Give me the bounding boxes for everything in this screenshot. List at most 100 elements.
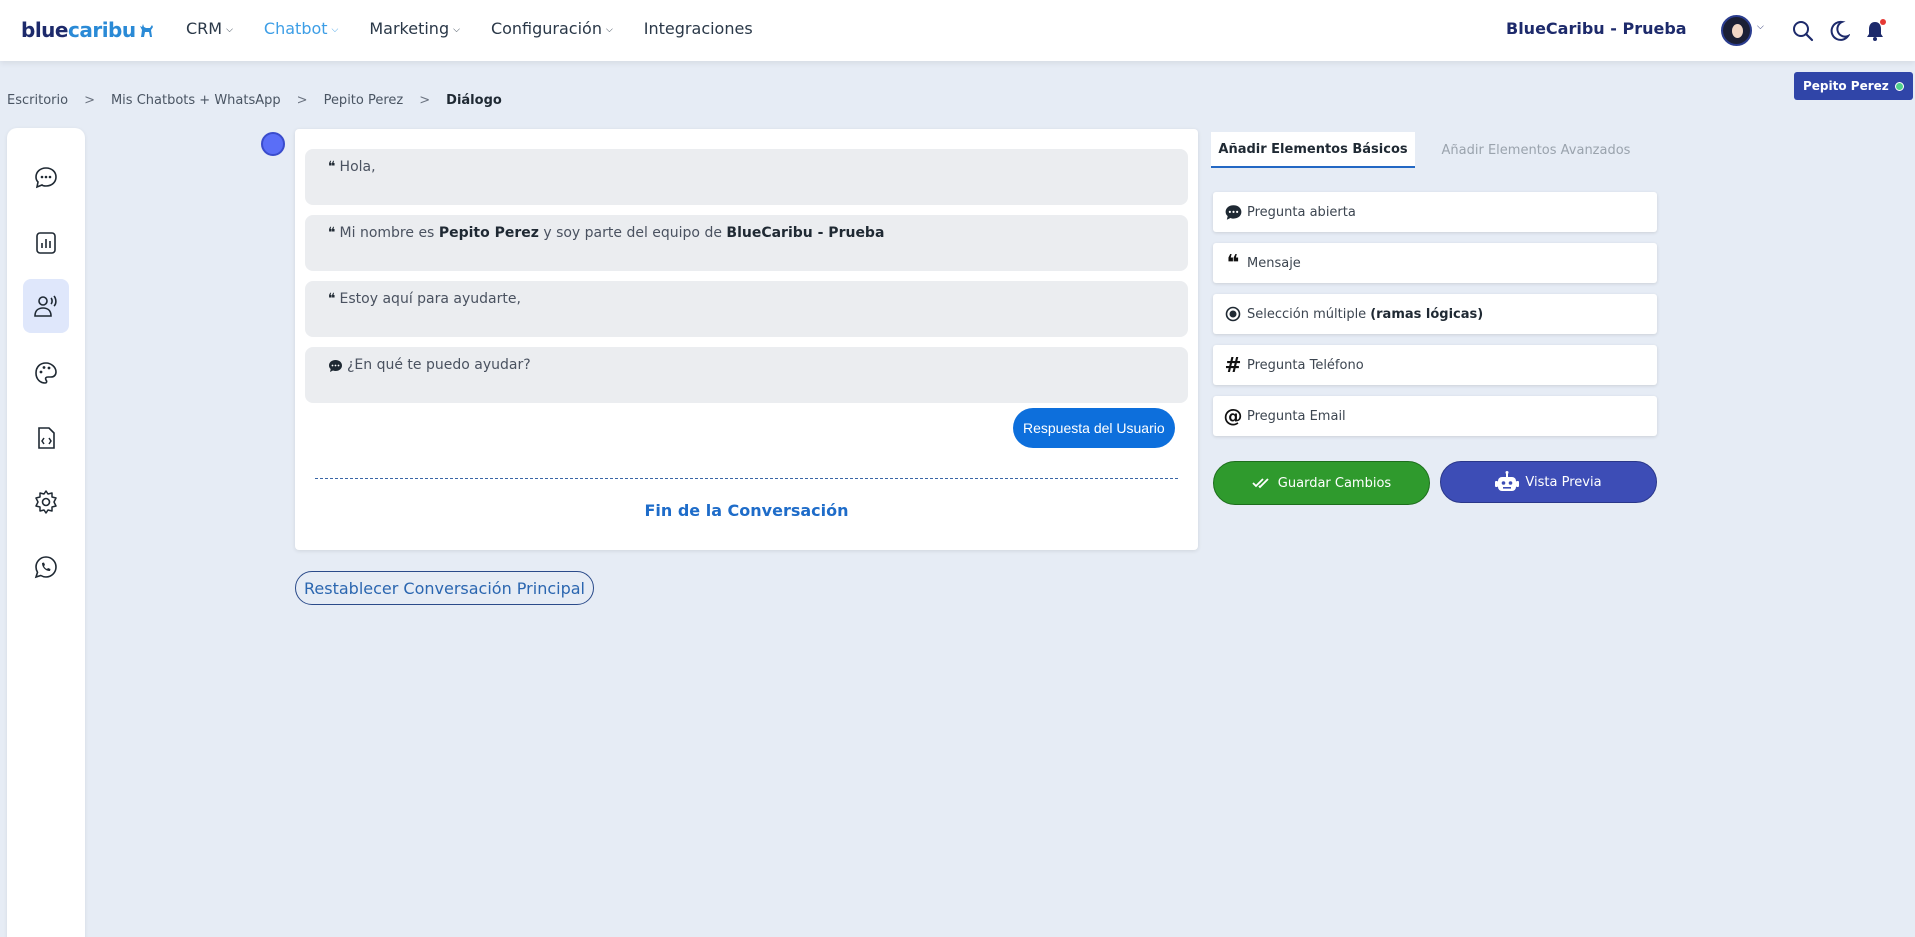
chevron-down-icon[interactable]: ⌵ xyxy=(1757,22,1764,32)
message-text-part: Mi nombre es xyxy=(339,225,439,241)
user-status-badge[interactable]: Pepito Perez xyxy=(1794,72,1913,100)
reset-conversation-button[interactable]: Restablecer Conversación Principal xyxy=(295,571,594,605)
chevron-down-icon: ⌵ xyxy=(605,24,613,35)
logo-text-part1: blue xyxy=(21,18,68,42)
message-block[interactable]: ❝ Hola, xyxy=(305,149,1188,205)
question-block[interactable]: ¿En qué te puedo ayudar? xyxy=(305,347,1188,403)
top-navbar: blue caribu CRM ⌵ Chatbot ⌵ Marketing ⌵ Conf… xyxy=(0,0,1915,61)
breadcrumb-item-escritorio[interactable]: Escritorio xyxy=(7,93,68,108)
bot-name: Pepito Perez xyxy=(438,225,539,241)
breadcrumb-separator: > xyxy=(84,93,95,108)
drag-handle[interactable] xyxy=(261,132,285,156)
gear-icon xyxy=(35,490,57,514)
whatsapp-icon xyxy=(34,556,57,579)
element-label: Pregunta Email xyxy=(1247,408,1346,424)
nav-label: CRM xyxy=(186,19,223,38)
sidebar-item-code[interactable] xyxy=(23,411,69,465)
message-block[interactable]: ❝ Estoy aquí para ayudarte, xyxy=(305,281,1188,337)
user-voice-icon xyxy=(34,295,57,317)
code-file-icon xyxy=(38,427,55,449)
add-message[interactable]: ❝ Mensaje xyxy=(1213,243,1657,283)
sidebar-item-settings[interactable] xyxy=(23,475,69,529)
at-icon: @ xyxy=(1223,405,1243,427)
nav-label: Marketing xyxy=(369,19,450,38)
palette-icon xyxy=(35,362,57,384)
bar-chart-icon xyxy=(36,232,56,254)
sidebar-item-stats[interactable] xyxy=(23,216,69,270)
sidebar xyxy=(7,128,85,937)
nav-item-marketing[interactable]: Marketing ⌵ xyxy=(369,19,460,38)
robot-icon xyxy=(1495,471,1520,491)
nav-item-integraciones[interactable]: Integraciones xyxy=(644,19,753,38)
element-label: Pregunta Teléfono xyxy=(1247,357,1364,373)
element-tabs: Añadir Elementos Básicos Añadir Elemento… xyxy=(1211,132,1657,168)
nav-item-chatbot[interactable]: Chatbot ⌵ xyxy=(264,19,338,38)
breadcrumb: Escritorio > Mis Chatbots + WhatsApp > P… xyxy=(7,93,502,108)
avatar-face xyxy=(1732,24,1743,38)
element-label-bold: (ramas lógicas) xyxy=(1370,306,1484,322)
tab-advanced-elements[interactable]: Añadir Elementos Avanzados xyxy=(1415,132,1657,168)
message-text: Hola, xyxy=(339,159,376,175)
quote-icon: ❝ xyxy=(328,159,336,175)
logo-text-part2: caribu xyxy=(67,18,136,42)
search-icon[interactable] xyxy=(1792,20,1814,42)
breadcrumb-separator: > xyxy=(296,93,308,108)
nav-label: Integraciones xyxy=(643,19,753,38)
breadcrumb-item-current: Diálogo xyxy=(446,93,502,108)
conversation-card: ❝ Hola, ❝ Mi nombre es Pepito Perez y so… xyxy=(295,129,1198,550)
add-multiple-choice[interactable]: Selección múltiple (ramas lógicas) xyxy=(1213,294,1657,334)
breadcrumb-item-bot[interactable]: Pepito Perez xyxy=(324,93,404,108)
nav-label: Chatbot xyxy=(263,19,328,38)
double-check-icon xyxy=(1252,478,1269,489)
divider xyxy=(315,478,1178,479)
end-of-conversation-label: Fin de la Conversación xyxy=(644,501,849,520)
user-badge-name: Pepito Perez xyxy=(1803,79,1889,93)
company-name-inline: BlueCaribu - Prueba xyxy=(726,225,885,241)
quote-icon: ❝ xyxy=(1226,250,1240,276)
message-text-part: y soy parte del equipo de xyxy=(538,225,727,241)
element-label: Selección múltiple xyxy=(1247,306,1367,322)
nav-item-crm[interactable]: CRM ⌵ xyxy=(186,19,233,38)
company-name: BlueCaribu - Prueba xyxy=(1506,19,1687,38)
chat-bubble-icon xyxy=(35,167,57,189)
quote-icon: ❝ xyxy=(328,225,336,241)
moon-icon[interactable] xyxy=(1828,20,1850,42)
caribou-logo-icon xyxy=(139,24,153,37)
preview-button[interactable]: Vista Previa xyxy=(1440,461,1657,503)
sidebar-item-conversations[interactable] xyxy=(23,151,69,205)
sidebar-item-dialog[interactable] xyxy=(23,279,69,333)
main-nav: CRM ⌵ Chatbot ⌵ Marketing ⌵ Configuración ⌵ … xyxy=(186,19,784,38)
breadcrumb-separator: > xyxy=(419,93,431,108)
add-phone-question[interactable]: # Pregunta Teléfono xyxy=(1213,345,1657,385)
user-reply-button[interactable]: Respuesta del Usuario xyxy=(1013,408,1175,448)
element-label: Mensaje xyxy=(1247,255,1301,271)
quote-icon: ❝ xyxy=(328,291,336,307)
message-block[interactable]: ❝ Mi nombre es Pepito Perez y soy parte … xyxy=(305,215,1188,271)
message-text: ¿En qué te puedo ayudar? xyxy=(347,357,531,373)
avatar[interactable] xyxy=(1721,15,1752,46)
element-label: Pregunta abierta xyxy=(1247,204,1356,220)
online-status-icon xyxy=(1894,81,1904,91)
breadcrumb-item-chatbots[interactable]: Mis Chatbots + WhatsApp xyxy=(111,93,281,108)
message-text: Mi nombre es Pepito Perez y soy parte de… xyxy=(340,225,885,241)
add-email-question[interactable]: @ Pregunta Email xyxy=(1213,396,1657,436)
chevron-down-icon: ⌵ xyxy=(226,24,233,35)
notification-dot xyxy=(1880,19,1886,25)
comment-icon xyxy=(329,360,342,372)
sidebar-item-whatsapp[interactable] xyxy=(23,540,69,594)
tab-basic-elements[interactable]: Añadir Elementos Básicos xyxy=(1211,132,1415,168)
sidebar-item-design[interactable] xyxy=(23,346,69,400)
message-text: Estoy aquí para ayudarte, xyxy=(339,291,521,307)
preview-button-label: Vista Previa xyxy=(1525,474,1602,490)
nav-label: Configuración xyxy=(490,19,602,38)
add-open-question[interactable]: Pregunta abierta xyxy=(1213,192,1657,232)
chevron-down-icon: ⌵ xyxy=(453,24,460,35)
save-changes-button[interactable]: Guardar Cambios xyxy=(1213,461,1430,505)
hash-icon: # xyxy=(1224,353,1242,377)
logo[interactable]: blue caribu xyxy=(21,18,156,42)
chevron-down-icon: ⌵ xyxy=(331,24,339,35)
comment-icon xyxy=(1223,204,1243,221)
nav-item-configuracion[interactable]: Configuración ⌵ xyxy=(491,19,613,38)
radio-icon xyxy=(1223,306,1243,322)
save-button-label: Guardar Cambios xyxy=(1277,475,1392,491)
